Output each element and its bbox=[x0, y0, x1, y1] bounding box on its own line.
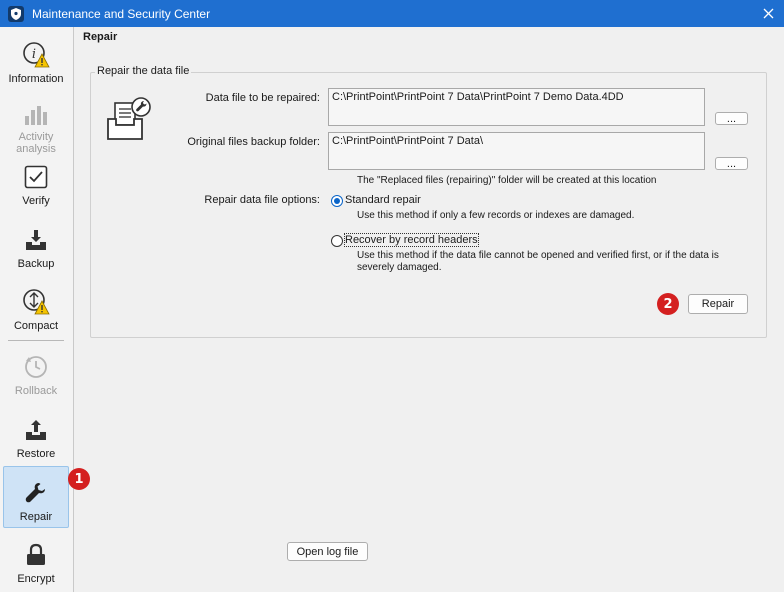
sidebar-item-compact[interactable]: Compact bbox=[3, 282, 69, 342]
main-panel: Repair Repair the data file Data file to… bbox=[75, 27, 784, 592]
checkbox-icon bbox=[22, 163, 50, 191]
rollback-icon bbox=[22, 353, 50, 381]
repair-data-file-icon bbox=[105, 95, 153, 143]
bar-chart-icon bbox=[22, 101, 50, 127]
svg-text:i: i bbox=[32, 47, 36, 62]
sidebar-item-restore[interactable]: Restore bbox=[3, 410, 69, 470]
sidebar-item-label: Restore bbox=[16, 448, 56, 460]
sidebar-item-label: Activity analysis bbox=[16, 131, 56, 155]
data-file-field[interactable]: C:\PrintPoint\PrintPoint 7 Data\PrintPoi… bbox=[328, 88, 705, 126]
sidebar-item-backup[interactable]: Backup bbox=[3, 220, 69, 280]
repair-button[interactable]: Repair bbox=[688, 294, 748, 314]
standard-repair-description: Use this method if only a few records or… bbox=[357, 210, 635, 221]
app-shield-icon bbox=[8, 5, 24, 22]
browse-data-file-button[interactable]: ... bbox=[715, 112, 748, 125]
lock-icon bbox=[22, 541, 50, 569]
sidebar-item-information[interactable]: i Information bbox=[3, 35, 69, 95]
info-warning-icon: i bbox=[22, 41, 50, 69]
data-file-label: Data file to be repaired: bbox=[205, 92, 320, 104]
standard-repair-label[interactable]: Standard repair bbox=[345, 194, 421, 206]
recover-headers-description: Use this method if the data file cannot … bbox=[357, 250, 719, 273]
browse-backup-folder-button[interactable]: ... bbox=[715, 157, 748, 170]
backup-folder-field[interactable]: C:\PrintPoint\PrintPoint 7 Data\ bbox=[328, 132, 705, 170]
sidebar-item-label: Verify bbox=[22, 195, 50, 207]
repair-options-label: Repair data file options: bbox=[204, 194, 320, 206]
step-badge-2: 2 bbox=[657, 293, 679, 315]
sidebar-item-activity-analysis[interactable]: Activity analysis bbox=[3, 95, 69, 155]
sidebar-item-rollback[interactable]: Rollback bbox=[3, 347, 69, 407]
sidebar-item-encrypt[interactable]: Encrypt bbox=[3, 535, 69, 592]
sidebar-item-verify[interactable]: Verify bbox=[3, 157, 69, 217]
recover-headers-label[interactable]: Recover by record headers bbox=[344, 233, 479, 247]
download-tray-icon bbox=[22, 226, 50, 254]
sidebar-divider bbox=[8, 340, 64, 341]
sidebar-item-label: Repair bbox=[19, 511, 53, 523]
sidebar-item-repair[interactable]: Repair bbox=[3, 466, 69, 528]
sidebar-item-label: Encrypt bbox=[17, 573, 55, 585]
sidebar-item-label: Rollback bbox=[14, 385, 58, 397]
group-title: Repair the data file bbox=[95, 65, 192, 77]
upload-tray-icon bbox=[22, 416, 50, 444]
sidebar-item-label: Backup bbox=[17, 258, 55, 270]
close-icon[interactable] bbox=[758, 4, 778, 22]
open-log-file-button[interactable]: Open log file bbox=[287, 542, 368, 561]
sidebar-item-label: Information bbox=[8, 73, 64, 85]
title-bar: Maintenance and Security Center bbox=[0, 0, 784, 27]
window-title: Maintenance and Security Center bbox=[32, 6, 211, 21]
standard-repair-radio[interactable] bbox=[331, 195, 343, 207]
backup-folder-label: Original files backup folder: bbox=[187, 136, 320, 148]
wrench-icon bbox=[22, 479, 50, 507]
page-title: Repair bbox=[83, 31, 118, 43]
compact-warning-icon bbox=[22, 288, 50, 316]
sidebar-item-label: Compact bbox=[13, 320, 59, 332]
recover-headers-radio[interactable] bbox=[331, 235, 343, 247]
sidebar: i Information Activity analysis Verify B… bbox=[0, 27, 74, 592]
backup-folder-note: The "Replaced files (repairing)" folder … bbox=[357, 175, 657, 186]
